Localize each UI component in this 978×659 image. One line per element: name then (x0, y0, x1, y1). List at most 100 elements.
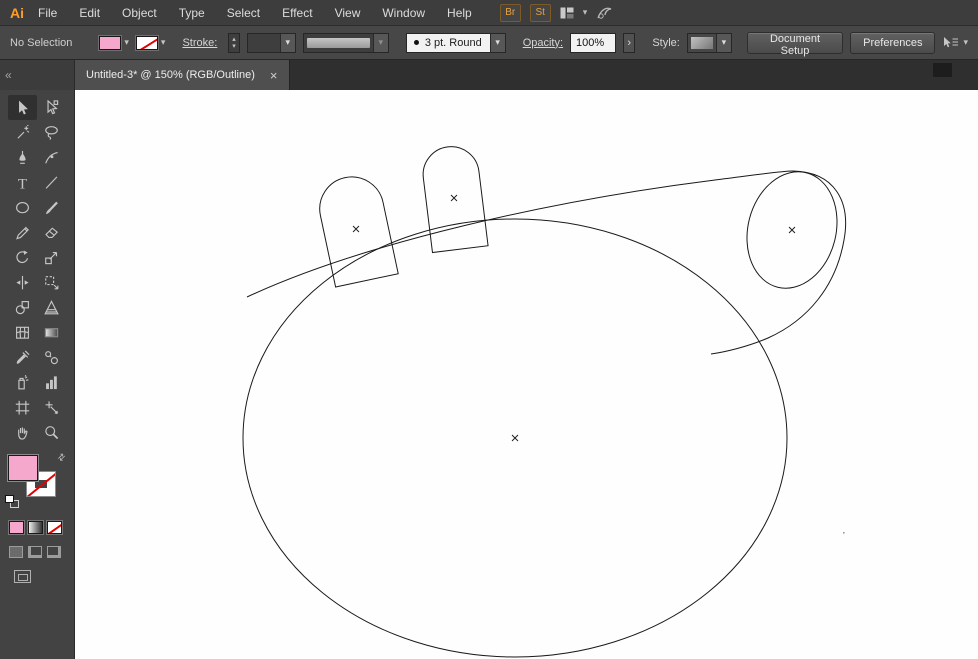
menu-window[interactable]: Window (382, 6, 425, 20)
magic-wand-icon (17, 125, 30, 139)
screen-mode-button[interactable] (14, 570, 31, 583)
zoom-tool[interactable] (37, 420, 66, 445)
scale-tool[interactable] (37, 245, 66, 270)
fill-color-box[interactable] (8, 455, 38, 481)
stray-anchor-mark (843, 532, 845, 534)
brush-definition-value: 3 pt. Round (424, 36, 482, 49)
draw-inside-button[interactable] (47, 546, 61, 558)
symbol-sprayer-tool[interactable] (8, 370, 37, 395)
stroke-weight-dropdown[interactable]: ▾ (246, 32, 296, 53)
workspace-switcher-icon[interactable] (560, 7, 574, 19)
stroke-weight-stepper[interactable]: ▴ ▾ (228, 32, 240, 53)
pencil-icon (16, 226, 29, 240)
free-transform-icon (45, 276, 59, 290)
eraser-tool[interactable] (37, 220, 66, 245)
width-profile-dropdown[interactable]: ▾ (302, 32, 389, 53)
menu-help[interactable]: Help (447, 6, 472, 20)
screen-mode-row (14, 570, 74, 588)
direct-selection-tool[interactable] (37, 95, 66, 120)
chevron-down-icon: ▾ (489, 33, 505, 52)
color-button[interactable] (9, 521, 24, 534)
menu-items: File Edit Object Type Select Effect View Window… (38, 6, 472, 20)
chevron-down-icon: ▾ (372, 33, 388, 52)
shape-builder-tool[interactable] (8, 295, 37, 320)
stroke-none-swatch (135, 35, 158, 50)
artboard-tool[interactable] (8, 395, 37, 420)
menu-object[interactable]: Object (122, 6, 157, 20)
zoom-icon (45, 426, 59, 440)
blend-tool[interactable] (37, 345, 66, 370)
selection-tool[interactable] (8, 95, 37, 120)
line-segment-tool[interactable] (37, 170, 66, 195)
pencil-tool[interactable] (8, 220, 37, 245)
control-bar: No Selection ▾ ▾ Stroke: ▴ ▾ ▾ ▾ 3 pt. R… (0, 26, 978, 60)
hand-gesture-icon[interactable] (596, 5, 613, 20)
pen-tool[interactable] (8, 145, 37, 170)
gradient-icon (44, 328, 59, 338)
color-mode-buttons (9, 521, 74, 534)
illustrator-logo[interactable]: Ai (0, 5, 34, 21)
collapse-panel-icon[interactable]: « (5, 68, 12, 82)
menu-view[interactable]: View (335, 6, 361, 20)
head-curve[interactable] (246, 170, 847, 355)
center-point-mark (352, 225, 360, 233)
menu-select[interactable]: Select (227, 6, 260, 20)
lasso-tool[interactable] (37, 120, 66, 145)
mesh-tool[interactable] (8, 320, 37, 345)
stepper-down-icon: ▾ (232, 42, 236, 50)
docked-panel-stub[interactable] (933, 63, 952, 77)
paintbrush-tool[interactable] (37, 195, 66, 220)
canvas[interactable] (75, 90, 978, 659)
curvature-tool[interactable] (37, 145, 66, 170)
menu-edit[interactable]: Edit (79, 6, 100, 20)
menu-file[interactable]: File (38, 6, 57, 20)
preferences-button[interactable]: Preferences (850, 31, 936, 54)
eyedropper-tool[interactable] (8, 345, 37, 370)
gradient-tool[interactable] (37, 320, 66, 345)
opacity-input[interactable] (570, 32, 617, 53)
hand-tool[interactable] (8, 420, 37, 445)
tools-grid: T (0, 90, 74, 445)
stock-button[interactable]: St (529, 3, 551, 22)
opacity-panel-link[interactable]: Opacity: (523, 37, 563, 49)
stroke-panel-link[interactable]: Stroke: (182, 37, 217, 49)
fill-stroke-control: ⇄ (5, 451, 68, 509)
fill-color-dropdown[interactable]: ▾ (99, 35, 129, 50)
rotate-tool[interactable] (8, 245, 37, 270)
default-fill-stroke-icon[interactable] (5, 495, 21, 509)
curvature-icon (45, 151, 58, 164)
chevron-down-icon: ▾ (124, 37, 129, 47)
free-transform-tool[interactable] (37, 270, 66, 295)
width-icon (16, 275, 29, 290)
style-dropdown[interactable]: ▾ (686, 32, 732, 53)
opacity-chevron-button[interactable]: › (623, 32, 636, 53)
chevron-down-icon[interactable]: ▾ (583, 7, 588, 18)
gradient-button[interactable] (28, 521, 43, 534)
paintbrush-icon (46, 201, 58, 215)
ellipse-tool[interactable] (8, 195, 37, 220)
swap-fill-stroke-icon[interactable]: ⇄ (56, 451, 69, 464)
select-similar-dropdown[interactable]: ▾ (942, 36, 968, 50)
document-tab[interactable]: Untitled-3* @ 150% (RGB/Outline) × (75, 60, 290, 90)
type-tool[interactable]: T (8, 170, 37, 195)
perspective-grid-icon (44, 300, 59, 315)
menu-bar: Ai File Edit Object Type Select Effect View Win… (0, 0, 978, 26)
close-tab-icon[interactable]: × (270, 68, 278, 83)
magic-wand-tool[interactable] (8, 120, 37, 145)
width-tool[interactable] (8, 270, 37, 295)
menu-type[interactable]: Type (179, 6, 205, 20)
eyedropper-icon (16, 350, 30, 364)
stepper-up-icon: ▴ (232, 35, 236, 43)
document-tab-title: Untitled-3* @ 150% (RGB/Outline) (86, 69, 255, 81)
none-button[interactable] (47, 521, 62, 534)
document-setup-button[interactable]: Document Setup (746, 31, 844, 57)
perspective-grid-tool[interactable] (37, 295, 66, 320)
bridge-button[interactable]: Br (499, 3, 521, 22)
stroke-color-dropdown[interactable]: ▾ (135, 35, 165, 50)
menu-effect[interactable]: Effect (282, 6, 312, 20)
brush-definition-dropdown[interactable]: 3 pt. Round ▾ (405, 32, 506, 53)
draw-normal-button[interactable] (9, 546, 23, 558)
column-graph-tool[interactable] (37, 370, 66, 395)
draw-behind-button[interactable] (28, 546, 42, 558)
slice-tool[interactable] (37, 395, 66, 420)
